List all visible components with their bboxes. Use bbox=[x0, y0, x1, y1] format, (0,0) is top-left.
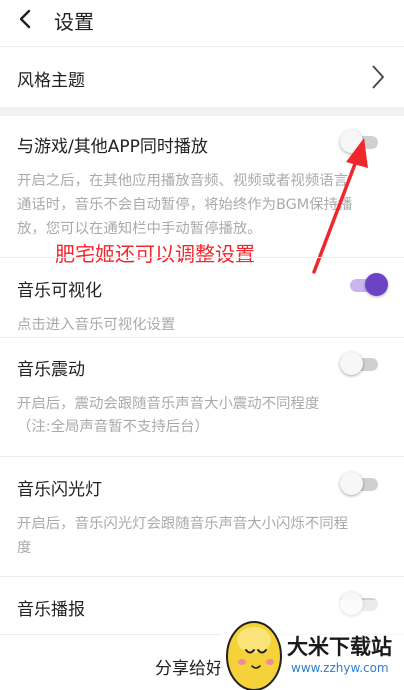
game-play-label: 与游戏/其他APP同时播放 bbox=[17, 137, 208, 157]
theme-row[interactable]: 风格主题 bbox=[0, 47, 404, 107]
vibrate-label: 音乐震动 bbox=[17, 360, 85, 380]
toggle-knob bbox=[340, 472, 363, 495]
announce-label: 音乐播报 bbox=[17, 600, 85, 620]
toggle-knob bbox=[365, 273, 388, 296]
game-play-description-line: 放，您可以在通知栏中手动暂停播放。 bbox=[17, 221, 262, 237]
flash-description-line: 度 bbox=[17, 540, 32, 556]
annotation-text: 肥宅姬还可以调整设置 bbox=[55, 242, 255, 266]
vibrate-description-line: 开启后，震动会跟随音乐声音大小震动不同程度 bbox=[17, 396, 320, 412]
top-bar: 设置 bbox=[0, 0, 404, 44]
divider bbox=[0, 456, 404, 457]
visualize-toggle[interactable] bbox=[348, 273, 388, 297]
game-play-description-line: 开启之后，在其他应用播放音频、视频或者视频语言 bbox=[17, 173, 348, 189]
theme-row-label: 风格主题 bbox=[17, 71, 85, 91]
chevron-right-icon bbox=[372, 65, 384, 89]
vibrate-toggle[interactable] bbox=[340, 352, 380, 376]
vibrate-description-line: （注:全局声音暂不支持后台） bbox=[17, 419, 209, 435]
chevron-left-icon[interactable] bbox=[18, 9, 32, 29]
watermark-url: www.zzhyw.com bbox=[291, 661, 389, 675]
share-row-label[interactable]: 分享给好 bbox=[155, 654, 223, 679]
page-title: 设置 bbox=[54, 10, 94, 34]
visualize-description[interactable]: 点击进入音乐可视化设置 bbox=[17, 314, 175, 336]
flash-label: 音乐闪光灯 bbox=[17, 480, 102, 500]
visualize-label: 音乐可视化 bbox=[17, 281, 102, 301]
toggle-knob bbox=[340, 352, 363, 375]
divider bbox=[0, 257, 404, 258]
watermark-name: 大米下载站 bbox=[287, 635, 392, 659]
section-gap bbox=[0, 107, 404, 116]
divider bbox=[0, 576, 404, 577]
flash-description-line: 开启后，音乐闪光灯会跟随音乐声音大小闪烁不同程 bbox=[17, 516, 348, 532]
flash-toggle[interactable] bbox=[340, 472, 380, 496]
divider bbox=[0, 337, 404, 338]
